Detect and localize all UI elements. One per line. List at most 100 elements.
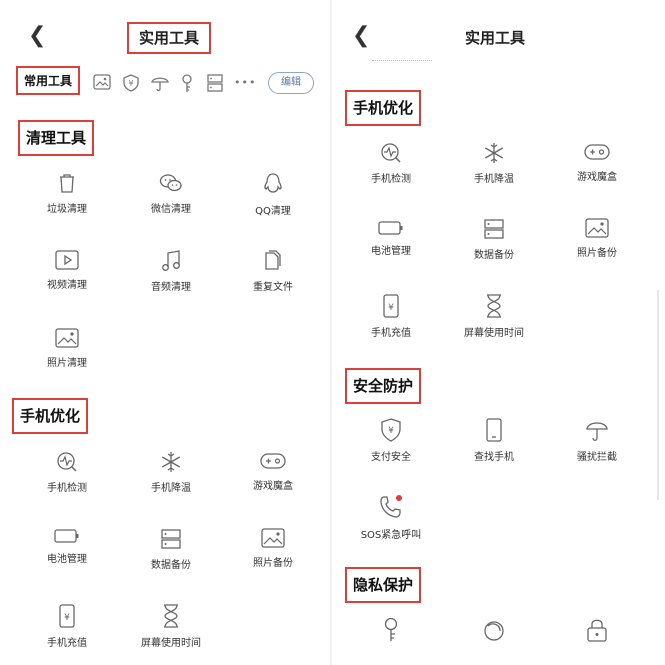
clipped-text-remnant [372,52,432,61]
tool-battery[interactable]: 电池管理 [346,220,436,257]
svg-text:¥: ¥ [128,79,133,88]
section-title-optimize: 手机优化 [12,398,89,434]
svg-text:¥: ¥ [388,303,394,313]
section-title-cleanup: 清理工具 [18,120,95,156]
tab-common-tools[interactable]: 常用工具 [16,66,81,95]
wechat-icon [159,174,182,192]
section-title-optimize: 手机优化 [345,90,422,126]
circle-swirl-icon [484,621,504,641]
section-title-security: 安全防护 [345,368,422,404]
key-icon[interactable] [180,74,194,94]
battery-icon [378,221,403,235]
music-note-icon [162,250,180,271]
phone-recharge-icon: ¥ [59,604,75,628]
phone-recharge-icon: ¥ [383,294,399,318]
hourglass-icon [164,604,178,628]
tool-phone-cool[interactable]: 手机降温 [449,142,539,185]
svg-text:¥: ¥ [388,426,394,436]
tool-label: 电池管理 [371,246,411,257]
tool-data-backup[interactable]: 数据备份 [449,218,539,261]
tool-data-backup[interactable]: 数据备份 [126,528,216,571]
tool-label: 游戏魔盒 [577,172,617,183]
tool-phone-check[interactable]: 手机检测 [22,451,112,494]
tool-label: 手机降温 [474,174,514,185]
tool-photo-backup[interactable]: 照片备份 [228,528,318,569]
gamepad-icon [260,453,286,469]
svg-text:¥: ¥ [64,613,70,623]
battery-icon [54,529,79,543]
data-backup-icon[interactable] [207,74,223,92]
tool-harassment-block[interactable]: 骚扰拦截 [552,418,642,463]
edit-button[interactable]: 编辑 [268,72,314,94]
tool-label: 手机充值 [47,638,87,649]
tool-label: 音频清理 [151,282,191,293]
tool-privacy-circle[interactable] [449,619,539,643]
tool-battery[interactable]: 电池管理 [22,528,112,565]
scrollbar[interactable] [657,290,659,500]
tool-label: 重复文件 [253,282,293,293]
photo-icon[interactable] [93,74,111,90]
qq-penguin-icon [264,173,282,193]
tool-label: 数据备份 [474,250,514,261]
payment-shield-icon: ¥ [381,418,401,442]
back-arrow-icon[interactable]: ❮ [352,22,370,50]
tool-phone-recharge[interactable]: ¥ 手机充值 [22,604,112,649]
page-title: 实用工具 [465,29,526,47]
tool-privacy-key[interactable] [346,617,436,643]
data-backup-icon [484,219,504,239]
left-screen: ❮ 实用工具 常用工具 ¥ ••• 编辑 清理工具 垃圾清理 微信清理 QQ清理… [0,0,330,665]
tool-payment-security[interactable]: ¥ 支付安全 [346,418,436,463]
tool-sos-call[interactable]: SOS紧急呼叫 [346,494,436,541]
photo-icon [55,328,79,348]
tool-find-phone[interactable]: 查找手机 [449,418,539,463]
umbrella-icon [586,422,608,441]
tool-screen-time[interactable]: 屏幕使用时间 [449,294,539,339]
tool-privacy-lock[interactable] [552,617,642,643]
lock-icon [587,619,607,642]
gamepad-icon [584,144,610,160]
photo-backup-icon [585,218,609,238]
tool-photo-clean[interactable]: 照片清理 [22,328,112,369]
snowflake-icon [484,143,504,163]
photo-backup-icon [261,528,285,548]
tool-video-clean[interactable]: 视频清理 [22,250,112,291]
tool-junk-clean[interactable]: 垃圾清理 [22,172,112,215]
payment-shield-icon[interactable]: ¥ [122,74,140,92]
section-title-privacy: 隐私保护 [345,567,422,603]
key-icon [384,617,398,641]
data-backup-icon [161,529,181,549]
back-arrow-icon[interactable]: ❮ [28,22,46,50]
phone-check-icon [381,143,401,163]
tool-phone-cool[interactable]: 手机降温 [126,451,216,494]
tool-label: QQ清理 [255,206,291,217]
tool-game-box[interactable]: 游戏魔盒 [552,142,642,183]
tool-label: 手机检测 [47,483,87,494]
tool-photo-backup[interactable]: 照片备份 [552,218,642,259]
tool-label: 垃圾清理 [47,204,87,215]
tool-label: 电池管理 [47,554,87,565]
tool-wechat-clean[interactable]: 微信清理 [126,172,216,215]
tool-qq-clean[interactable]: QQ清理 [228,172,318,217]
duplicate-file-icon [265,250,281,270]
phone-check-icon [57,452,77,472]
tool-screen-time[interactable]: 屏幕使用时间 [126,604,216,649]
snowflake-icon [161,452,181,472]
tool-label: 骚扰拦截 [577,452,617,463]
tool-phone-check[interactable]: 手机检测 [346,142,436,185]
tool-label: 查找手机 [474,452,514,463]
tool-duplicate-files[interactable]: 重复文件 [228,250,318,293]
find-phone-icon [486,418,502,442]
more-icon[interactable]: ••• [234,76,256,89]
tool-phone-recharge[interactable]: ¥ 手机充值 [346,294,436,339]
tool-label: 游戏魔盒 [253,481,293,492]
tool-label: 屏幕使用时间 [141,638,201,649]
tool-label: SOS紧急呼叫 [360,530,422,541]
tool-audio-clean[interactable]: 音频清理 [126,250,216,293]
umbrella-icon[interactable] [151,74,169,92]
tool-game-box[interactable]: 游戏魔盒 [228,451,318,492]
video-icon [55,250,79,270]
tool-label: 屏幕使用时间 [464,328,524,339]
tool-label: 照片备份 [577,248,617,259]
hourglass-icon [487,294,501,318]
tool-label: 照片备份 [253,558,293,569]
